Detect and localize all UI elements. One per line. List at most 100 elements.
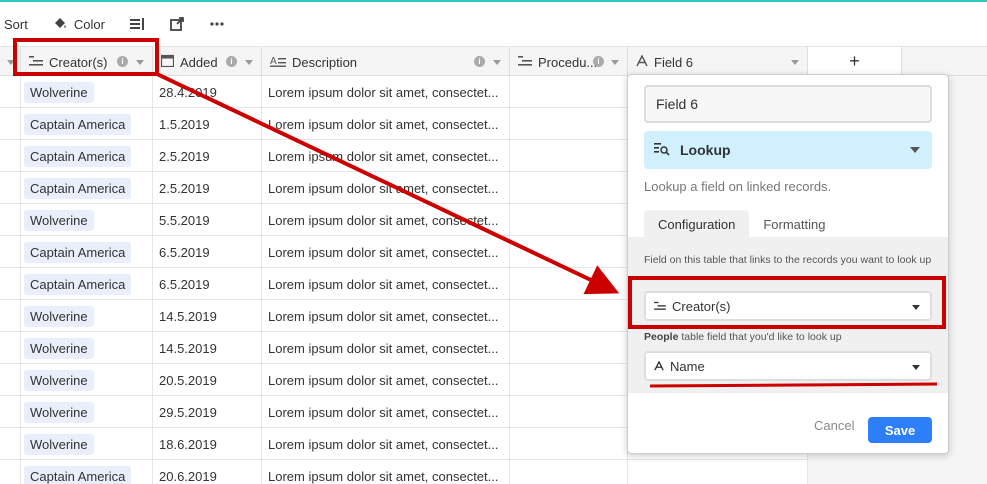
description-cell[interactable]: Lorem ipsum dolor sit amet, consectet... <box>262 268 510 300</box>
field-name-input[interactable]: Field 6 <box>644 85 932 123</box>
description-cell[interactable]: Lorem ipsum dolor sit amet, consectet... <box>262 236 510 268</box>
creator-cell[interactable]: Wolverine <box>21 396 153 428</box>
added-cell[interactable]: 6.5.2019 <box>153 268 262 300</box>
creator-cell[interactable]: Wolverine <box>21 76 153 108</box>
row-left-edge[interactable] <box>0 236 21 268</box>
added-cell[interactable]: 2.5.2019 <box>153 140 262 172</box>
added-cell[interactable]: 14.5.2019 <box>153 300 262 332</box>
info-icon[interactable]: i <box>593 56 604 67</box>
creator-cell[interactable]: Captain America <box>21 236 153 268</box>
color-button[interactable]: Color <box>52 16 105 32</box>
procedure-cell[interactable] <box>510 268 628 300</box>
description-cell[interactable]: Lorem ipsum dolor sit amet, consectet... <box>262 396 510 428</box>
procedure-cell[interactable] <box>510 364 628 396</box>
row-left-edge[interactable] <box>0 172 21 204</box>
row-left-edge[interactable] <box>0 396 21 428</box>
row-left-edge[interactable] <box>0 428 21 460</box>
header-left-edge[interactable] <box>0 47 21 77</box>
description-cell[interactable]: Lorem ipsum dolor sit amet, consectet... <box>262 364 510 396</box>
procedure-cell[interactable] <box>510 428 628 460</box>
procedure-cell[interactable] <box>510 300 628 332</box>
chevron-down-icon[interactable] <box>245 60 253 65</box>
row-left-edge[interactable] <box>0 76 21 108</box>
creator-chip[interactable]: Wolverine <box>24 401 94 423</box>
added-cell[interactable]: 28.4.2019 <box>153 76 262 108</box>
creator-chip[interactable]: Captain America <box>24 113 132 135</box>
added-cell[interactable]: 20.5.2019 <box>153 364 262 396</box>
added-cell[interactable]: 29.5.2019 <box>153 396 262 428</box>
info-icon[interactable]: i <box>117 56 128 67</box>
more-options-button[interactable] <box>209 16 225 32</box>
cancel-button[interactable]: Cancel <box>814 418 854 433</box>
share-view-button[interactable] <box>169 16 185 32</box>
chevron-down-icon[interactable] <box>136 60 144 65</box>
creator-chip[interactable]: Wolverine <box>24 305 94 327</box>
row-left-edge[interactable] <box>0 460 21 484</box>
row-left-edge[interactable] <box>0 300 21 332</box>
column-header-field6[interactable]: Field 6 <box>628 47 808 77</box>
procedure-cell[interactable] <box>510 460 628 484</box>
description-cell[interactable]: Lorem ipsum dolor sit amet, consectet... <box>262 460 510 484</box>
description-cell[interactable]: Lorem ipsum dolor sit amet, consectet... <box>262 204 510 236</box>
tab-configuration[interactable]: Configuration <box>644 210 750 238</box>
table-row[interactable]: Captain America 20.6.2019 Lorem ipsum dolo… <box>0 460 808 484</box>
creator-cell[interactable]: Wolverine <box>21 332 153 364</box>
creator-chip[interactable]: Wolverine <box>24 433 94 455</box>
row-left-edge[interactable] <box>0 364 21 396</box>
procedure-cell[interactable] <box>510 76 628 108</box>
creator-chip[interactable]: Wolverine <box>24 337 94 359</box>
creator-cell[interactable]: Wolverine <box>21 428 153 460</box>
description-cell[interactable]: Lorem ipsum dolor sit amet, consectet... <box>262 108 510 140</box>
save-button[interactable]: Save <box>868 417 932 443</box>
procedure-cell[interactable] <box>510 204 628 236</box>
creator-cell[interactable]: Captain America <box>21 172 153 204</box>
added-cell[interactable]: 18.6.2019 <box>153 428 262 460</box>
row-left-edge[interactable] <box>0 108 21 140</box>
procedure-cell[interactable] <box>510 332 628 364</box>
creator-chip[interactable]: Captain America <box>24 241 132 263</box>
added-cell[interactable]: 5.5.2019 <box>153 204 262 236</box>
added-cell[interactable]: 20.6.2019 <box>153 460 262 484</box>
creator-cell[interactable]: Captain America <box>21 268 153 300</box>
creator-cell[interactable]: Captain America <box>21 460 153 484</box>
creator-cell[interactable]: Wolverine <box>21 204 153 236</box>
chevron-down-icon[interactable] <box>791 60 799 65</box>
chevron-down-icon[interactable] <box>611 60 619 65</box>
link-field-select[interactable]: Creator(s) <box>644 291 932 321</box>
procedure-cell[interactable] <box>510 236 628 268</box>
lookup-field-select[interactable]: Name <box>644 351 932 381</box>
procedure-cell[interactable] <box>510 140 628 172</box>
info-icon[interactable]: i <box>226 56 237 67</box>
description-cell[interactable]: Lorem ipsum dolor sit amet, consectet... <box>262 428 510 460</box>
chevron-down-icon[interactable] <box>493 60 501 65</box>
creator-cell[interactable]: Wolverine <box>21 300 153 332</box>
row-left-edge[interactable] <box>0 140 21 172</box>
column-header-creators[interactable]: Creator(s) i <box>21 47 153 77</box>
procedure-cell[interactable] <box>510 396 628 428</box>
creator-chip[interactable]: Captain America <box>24 177 132 199</box>
add-column-button[interactable]: + <box>808 46 902 76</box>
added-cell[interactable]: 6.5.2019 <box>153 236 262 268</box>
creator-chip[interactable]: Captain America <box>24 465 132 484</box>
field-type-select[interactable]: Lookup <box>644 131 932 169</box>
procedure-cell[interactable] <box>510 108 628 140</box>
info-icon[interactable]: i <box>474 56 485 67</box>
creator-cell[interactable]: Captain America <box>21 108 153 140</box>
creator-chip[interactable]: Wolverine <box>24 369 94 391</box>
creator-chip[interactable]: Captain America <box>24 273 132 295</box>
description-cell[interactable]: Lorem ipsum dolor sit amet, consectet... <box>262 300 510 332</box>
creator-cell[interactable]: Captain America <box>21 140 153 172</box>
procedure-cell[interactable] <box>510 172 628 204</box>
description-cell[interactable]: Lorem ipsum dolor sit amet, consectet... <box>262 76 510 108</box>
row-left-edge[interactable] <box>0 204 21 236</box>
creator-cell[interactable]: Wolverine <box>21 364 153 396</box>
added-cell[interactable]: 14.5.2019 <box>153 332 262 364</box>
tab-formatting[interactable]: Formatting <box>749 210 839 238</box>
description-cell[interactable]: Lorem ipsum dolor sit amet, consectet... <box>262 172 510 204</box>
description-cell[interactable]: Lorem ipsum dolor sit amet, consectet... <box>262 332 510 364</box>
added-cell[interactable]: 1.5.2019 <box>153 108 262 140</box>
added-cell[interactable]: 2.5.2019 <box>153 172 262 204</box>
sort-button[interactable]: Sort <box>4 17 28 32</box>
creator-chip[interactable]: Captain America <box>24 145 132 167</box>
creator-chip[interactable]: Wolverine <box>24 209 94 231</box>
